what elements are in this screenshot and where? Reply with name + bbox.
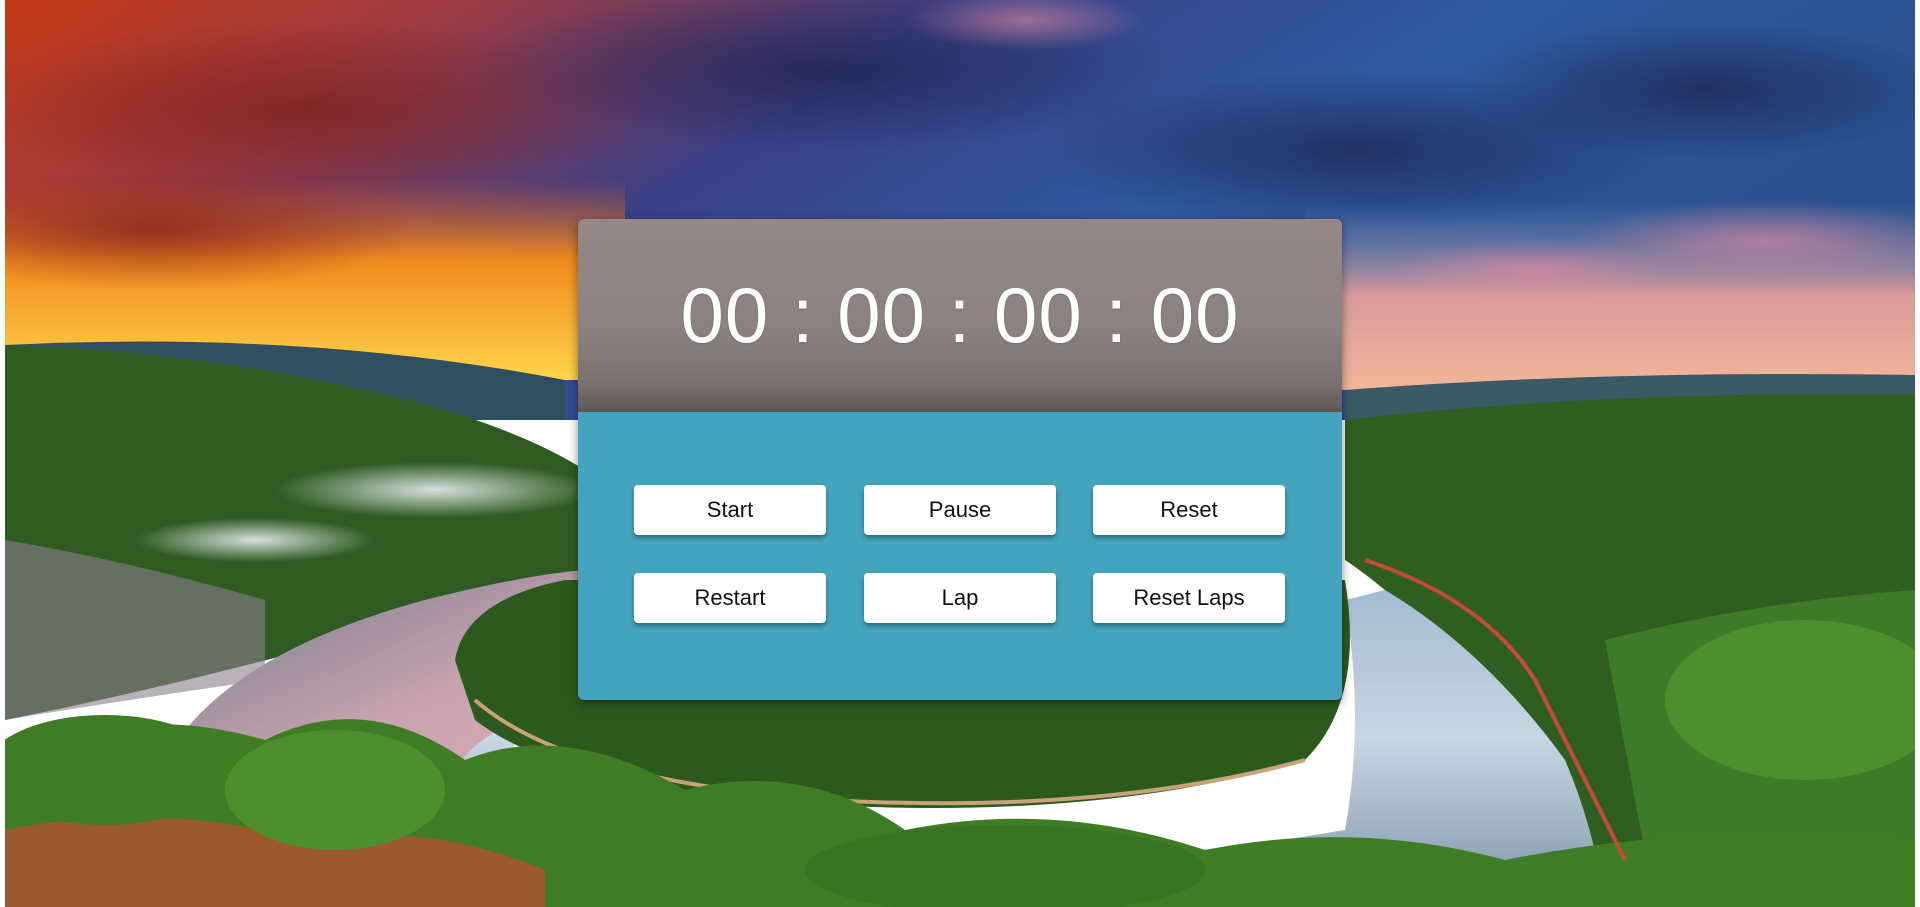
lap-button[interactable]: Lap: [864, 573, 1056, 623]
start-button[interactable]: Start: [634, 485, 826, 535]
reset-laps-button[interactable]: Reset Laps: [1093, 573, 1285, 623]
pause-button[interactable]: Pause: [864, 485, 1056, 535]
stopwatch-time: 00 : 00 : 00 : 00: [680, 270, 1240, 359]
stopwatch-panel: 00 : 00 : 00 : 00 Start Pause Reset Rest…: [578, 219, 1342, 700]
restart-button[interactable]: Restart: [634, 573, 826, 623]
stopwatch-controls: Start Pause Reset Restart Lap Reset Laps: [578, 412, 1342, 700]
reset-button[interactable]: Reset: [1093, 485, 1285, 535]
stopwatch-display: 00 : 00 : 00 : 00: [578, 219, 1342, 412]
